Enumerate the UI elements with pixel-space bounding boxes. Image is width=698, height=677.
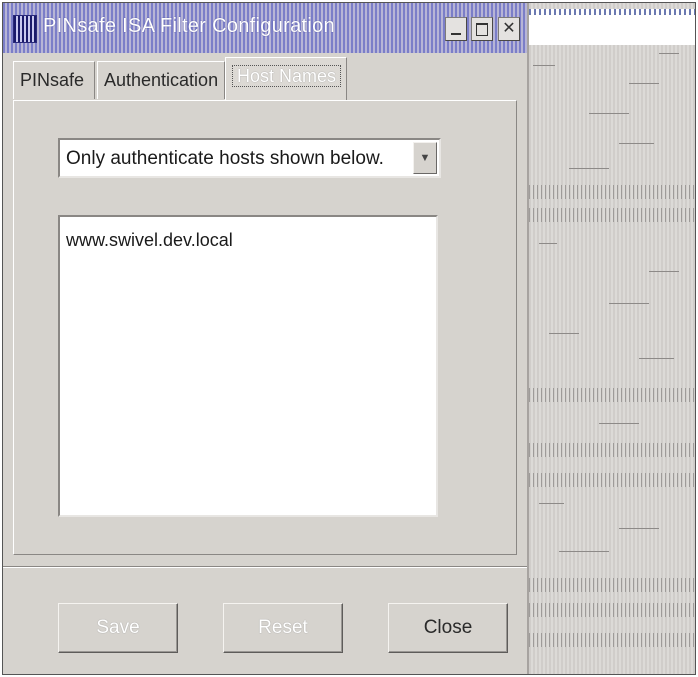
maximize-button[interactable] [471, 17, 493, 41]
divider [3, 566, 527, 568]
background-text-row [529, 388, 695, 402]
app-icon [13, 15, 37, 43]
background-text-row [529, 603, 695, 617]
background-window [529, 3, 695, 674]
close-window-button[interactable]: ✕ [498, 17, 520, 41]
background-line [649, 271, 679, 272]
screen: PINsafe ISA Filter Configuration ✕ PINsa… [2, 2, 696, 675]
save-button[interactable]: Save [58, 603, 178, 653]
close-button[interactable]: Close [388, 603, 508, 653]
background-text-row [529, 633, 695, 647]
background-line [619, 528, 659, 529]
background-line [569, 168, 609, 169]
background-text-row [529, 208, 695, 222]
tab-pinsafe[interactable]: PINsafe [13, 61, 95, 99]
reset-button[interactable]: Reset [223, 603, 343, 653]
background-text-row [529, 473, 695, 487]
background-text-row [529, 578, 695, 592]
config-dialog: PINsafe ISA Filter Configuration ✕ PINsa… [3, 3, 529, 674]
background-line [659, 53, 679, 54]
host-filter-value: Only authenticate hosts shown below. [66, 148, 384, 169]
background-line [609, 303, 649, 304]
minimize-icon [451, 33, 461, 35]
background-text-row [529, 185, 695, 199]
background-line [559, 551, 609, 552]
chevron-down-icon[interactable]: ▼ [413, 142, 437, 174]
tab-host-names-label: Host Names [232, 65, 342, 87]
background-line [629, 83, 659, 84]
minimize-button[interactable] [445, 17, 467, 41]
host-names-textarea[interactable]: www.swivel.dev.local [58, 215, 438, 517]
background-text-row [529, 443, 695, 457]
background-white-strip [529, 15, 695, 45]
background-line [539, 243, 557, 244]
title-bar[interactable]: PINsafe ISA Filter Configuration ✕ [3, 3, 527, 53]
maximize-icon [476, 23, 488, 36]
background-line [599, 423, 639, 424]
tab-authentication[interactable]: Authentication [97, 61, 225, 99]
host-filter-dropdown[interactable]: Only authenticate hosts shown below. ▼ [58, 138, 441, 178]
background-line [533, 65, 555, 66]
window-title: PINsafe ISA Filter Configuration [43, 15, 335, 37]
background-line [549, 333, 579, 334]
tab-host-names[interactable]: Host Names [225, 57, 347, 101]
background-line [639, 358, 674, 359]
host-entry: www.swivel.dev.local [66, 230, 233, 250]
background-line [539, 503, 564, 504]
close-icon: ✕ [502, 20, 516, 37]
background-line [619, 143, 654, 144]
background-line [589, 113, 629, 114]
